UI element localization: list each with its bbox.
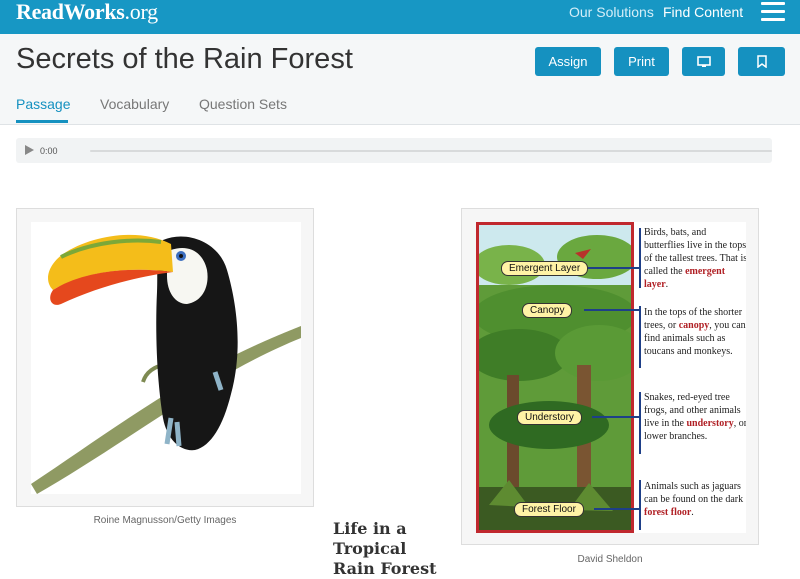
tab-question-sets[interactable]: Question Sets bbox=[199, 96, 287, 112]
annotation-bracket bbox=[639, 228, 642, 288]
connector-line bbox=[594, 508, 640, 510]
connector-line bbox=[584, 309, 640, 311]
bookmark-button[interactable] bbox=[738, 47, 785, 76]
nav-our-solutions[interactable]: Our Solutions bbox=[569, 4, 654, 20]
readworks-logo[interactable]: ReadWorks.org bbox=[16, 0, 158, 25]
connector-line bbox=[588, 267, 640, 269]
rain-forest-diagram: Emergent Layer Canopy Understory Forest … bbox=[476, 222, 746, 533]
audio-player: 0:00 bbox=[16, 138, 772, 163]
bookmark-icon bbox=[756, 55, 767, 68]
toucan-image bbox=[31, 222, 301, 494]
rain-forest-layers-figure: Emergent Layer Canopy Understory Forest … bbox=[461, 208, 759, 545]
annotation-bracket bbox=[639, 392, 642, 454]
figure-caption: Roine Magnusson/Getty Images bbox=[93, 515, 237, 526]
layer-label-forest-floor: Forest Floor bbox=[514, 502, 584, 517]
annotation-bracket bbox=[639, 480, 642, 530]
article-title: Life in a Tropical Rain Forest bbox=[333, 519, 437, 578]
keyword: understory bbox=[686, 418, 734, 429]
monitor-icon bbox=[696, 55, 711, 67]
top-navigation-bar: ReadWorks.org Our Solutions Find Content bbox=[0, 0, 800, 34]
print-button[interactable]: Print bbox=[614, 47, 669, 76]
keyword: canopy bbox=[678, 320, 710, 331]
nav-find-content[interactable]: Find Content bbox=[663, 4, 743, 20]
tab-passage[interactable]: Passage bbox=[16, 96, 70, 112]
annotation-canopy: In the tops of the shorter trees, or can… bbox=[644, 307, 746, 357]
assign-button[interactable]: Assign bbox=[535, 47, 601, 76]
page-title: Secrets of the Rain Forest bbox=[16, 43, 353, 75]
figure-caption: David Sheldon bbox=[577, 554, 643, 565]
logo-text: ReadWorks bbox=[16, 0, 125, 24]
connector-line bbox=[592, 416, 640, 418]
audio-seek-bar[interactable] bbox=[90, 150, 772, 152]
play-icon[interactable] bbox=[25, 145, 34, 155]
annotation-understory: Snakes, red-eyed tree frogs, and other a… bbox=[644, 392, 746, 442]
annotation-forest-floor: Animals such as jaguars can be found on … bbox=[644, 481, 744, 518]
logo-suffix: .org bbox=[124, 0, 159, 24]
audio-time: 0:00 bbox=[40, 146, 58, 156]
present-button[interactable] bbox=[682, 47, 725, 76]
toucan-figure bbox=[16, 208, 314, 507]
annotation-bracket bbox=[639, 306, 642, 368]
keyword: forest floor bbox=[644, 507, 692, 518]
annotation-emergent: Birds, bats, and butterflies live in the… bbox=[644, 227, 746, 290]
active-tab-indicator bbox=[16, 120, 68, 123]
layer-label-understory: Understory bbox=[517, 410, 582, 425]
passage-header: Secrets of the Rain Forest Assign Print … bbox=[0, 34, 800, 125]
layer-label-canopy: Canopy bbox=[522, 303, 573, 318]
hamburger-menu-icon[interactable] bbox=[761, 2, 785, 22]
tab-vocabulary[interactable]: Vocabulary bbox=[100, 96, 169, 112]
layer-label-emergent: Emergent Layer bbox=[501, 261, 589, 276]
